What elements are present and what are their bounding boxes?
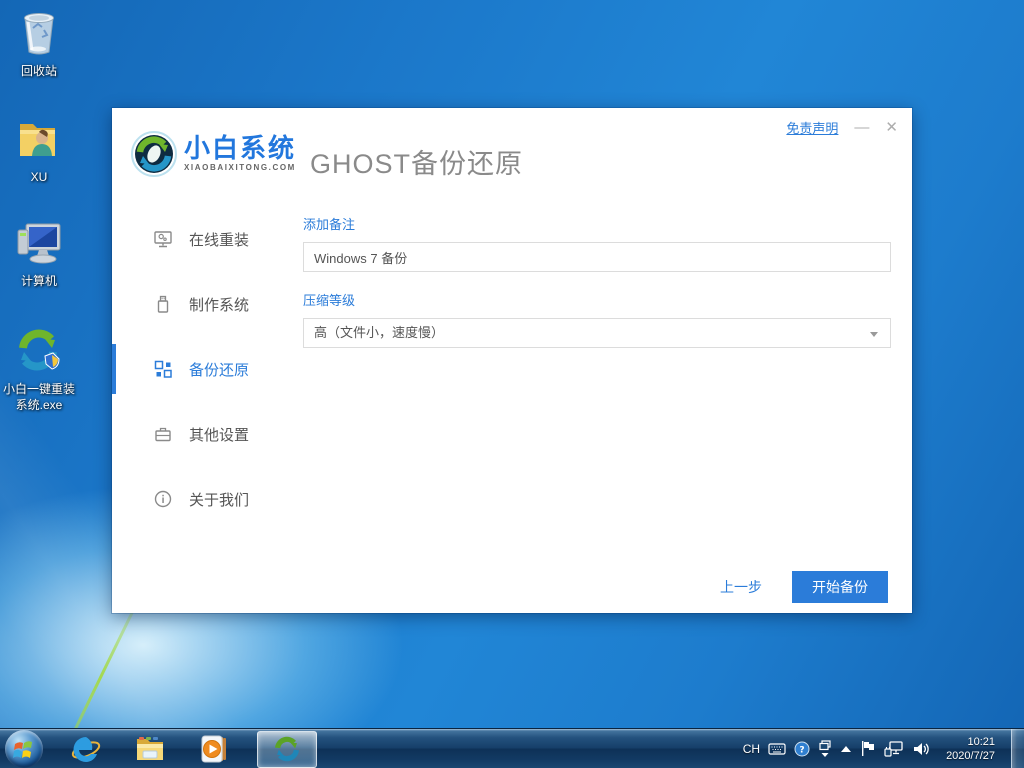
windows-flag-icon [13, 740, 32, 758]
desktop-icon-xiaobai-exe[interactable]: 小白一键重装 系统.exe [2, 326, 76, 413]
back-button[interactable]: 上一步 [720, 577, 762, 597]
show-desktop-button[interactable] [1011, 728, 1024, 768]
start-button[interactable] [5, 729, 43, 768]
ime-indicator[interactable]: CH [743, 742, 760, 756]
folder-icon [137, 736, 163, 760]
network-icon[interactable] [884, 740, 904, 757]
sidebar-item-online-reinstall[interactable]: 在线重装 [112, 214, 302, 264]
sidebar-item-backup-restore[interactable]: 备份还原 [112, 344, 302, 394]
compression-select[interactable]: 高（文件小，速度慢） [303, 318, 891, 348]
volume-icon[interactable] [912, 741, 930, 757]
page-title: GHOST备份还原 [310, 149, 524, 179]
taskbar-internet-explorer[interactable] [59, 729, 113, 768]
note-input[interactable] [303, 242, 891, 272]
system-tray: CH ? 10:21 2020/7/27 [743, 728, 1024, 768]
window-header: 小白系统 XIAOBAIXITONG.COM GHOST备份还原 [112, 108, 912, 204]
show-hidden-icons[interactable] [840, 744, 852, 754]
window-expand-icon[interactable] [818, 739, 832, 758]
taskbar-clock[interactable]: 10:21 2020/7/27 [946, 735, 995, 763]
sidebar-nav: 在线重装 制作系统 备份还原 其他设置 关于我们 [112, 214, 302, 539]
desktop-icon-computer[interactable]: 计算机 [2, 218, 76, 289]
chevron-down-icon [870, 332, 878, 337]
desktop-wallpaper: 回收站 XU 计算机 小白一键重装 系统.exe 免责声明 — ✕ 小白系统 X… [0, 0, 1024, 768]
backup-grid-icon [154, 360, 172, 378]
clock-date: 2020/7/27 [946, 749, 995, 762]
logo-title: 小白系统 [184, 133, 297, 163]
toolbox-icon [155, 427, 171, 442]
internet-explorer-icon [71, 736, 101, 762]
sidebar-item-label: 备份还原 [189, 361, 250, 379]
start-backup-button[interactable]: 开始备份 [792, 571, 888, 603]
desktop-icon-xu-folder[interactable]: XU [2, 116, 76, 185]
desktop-icon-recycle-bin[interactable]: 回收站 [2, 8, 76, 79]
monitor-reinstall-icon [154, 231, 172, 248]
desktop-icon-label: 回收站 [20, 64, 57, 78]
sidebar-item-label: 在线重装 [189, 231, 250, 249]
taskbar-xiaobai-app-active[interactable] [257, 730, 317, 768]
desktop-icon-label: 计算机 [20, 274, 57, 288]
svg-text:?: ? [799, 745, 804, 755]
sidebar-item-label: 关于我们 [189, 491, 250, 509]
sidebar-item-label: 制作系统 [189, 296, 250, 314]
logo-subtitle: XIAOBAIXITONG.COM [184, 163, 296, 172]
sidebar-item-other-settings[interactable]: 其他设置 [112, 409, 302, 459]
recycle-bin-icon [2, 8, 76, 61]
clock-time: 10:21 [967, 735, 995, 748]
media-player-icon [201, 735, 226, 762]
compression-label: 压缩等级 [303, 293, 356, 308]
backup-form: 添加备注 压缩等级 高（文件小，速度慢） [303, 214, 891, 348]
xiaobai-sync-icon [275, 736, 299, 762]
xiaobai-logo-icon [130, 130, 178, 183]
window-footer: 上一步 开始备份 [720, 571, 888, 603]
logo-text: 小白系统 XIAOBAIXITONG.COM [184, 134, 296, 172]
desktop-icon-label: XU [30, 170, 48, 184]
compression-selected-value: 高（文件小，速度慢） [314, 325, 445, 340]
sidebar-item-make-system[interactable]: 制作系统 [112, 279, 302, 329]
user-folder-icon [2, 116, 76, 167]
taskbar-media-player[interactable] [187, 729, 241, 768]
note-label: 添加备注 [303, 217, 356, 232]
help-icon[interactable]: ? [794, 741, 810, 757]
info-icon [154, 490, 172, 508]
taskbar: CH ? 10:21 2020/7/27 [0, 728, 1024, 768]
computer-icon [2, 218, 76, 271]
usb-drive-icon [157, 295, 169, 313]
taskbar-file-explorer[interactable] [123, 729, 177, 768]
sidebar-item-label: 其他设置 [189, 426, 250, 444]
action-center-flag-icon[interactable] [860, 740, 876, 757]
xiaobai-sync-icon [2, 326, 76, 379]
sidebar-item-about-us[interactable]: 关于我们 [112, 474, 302, 524]
keyboard-icon[interactable] [768, 742, 786, 756]
xiaobai-ghost-backup-window: 免责声明 — ✕ 小白系统 XIAOBAIXITONG.COM GHOST备份还… [112, 108, 912, 613]
desktop-icon-label: 小白一键重装 [2, 382, 75, 396]
